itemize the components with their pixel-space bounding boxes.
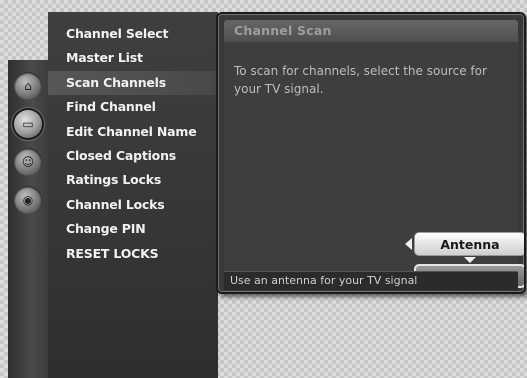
menu-item-channel-select[interactable]: Channel Select [48, 22, 218, 46]
channels-menu: Channel Select Master List Scan Channels… [48, 12, 218, 378]
menu-item-find-channel[interactable]: Find Channel [48, 95, 218, 119]
menu-list: Channel Select Master List Scan Channels… [48, 12, 218, 266]
antenna-button[interactable]: Antenna [414, 232, 524, 256]
tv-settings-glyph: ⌂ [24, 79, 32, 93]
menu-item-scan-channels[interactable]: Scan Channels [48, 70, 218, 96]
menu-item-channel-locks[interactable]: Channel Locks [48, 193, 218, 217]
panel-footer: Use an antenna for your TV signal [224, 271, 518, 290]
tv-settings-icon[interactable]: ⌂ [14, 72, 42, 100]
camera-glyph: ◉ [22, 193, 34, 207]
menu-item-master-list[interactable]: Master List [48, 46, 218, 70]
channel-scan-panel: Channel Scan To scan for channels, selec… [216, 12, 526, 294]
down-arrow-icon [464, 257, 476, 263]
menu-item-ratings-locks[interactable]: Ratings Locks [48, 168, 218, 192]
panel-title: Channel Scan [234, 23, 332, 38]
icon-rail: ⌂ ▭ ☺ ◉ [8, 60, 49, 378]
menu-item-reset-locks[interactable]: RESET LOCKS [48, 242, 218, 266]
parental-glyph: ☺ [21, 155, 35, 169]
menu-item-change-pin[interactable]: Change PIN [48, 217, 218, 241]
panel-description: To scan for channels, select the source … [234, 64, 487, 96]
panel-header: Channel Scan [224, 20, 518, 42]
menu-item-edit-channel-name[interactable]: Edit Channel Name [48, 120, 218, 144]
camera-icon[interactable]: ◉ [14, 186, 42, 214]
footer-hint: Use an antenna for your TV signal [230, 274, 418, 287]
channels-glyph: ▭ [22, 117, 34, 131]
panel-body: To scan for channels, select the source … [224, 42, 524, 288]
focus-arrow-icon [405, 238, 412, 250]
parental-icon[interactable]: ☺ [14, 148, 42, 176]
menu-item-closed-captions[interactable]: Closed Captions [48, 144, 218, 168]
channels-icon[interactable]: ▭ [14, 110, 42, 138]
